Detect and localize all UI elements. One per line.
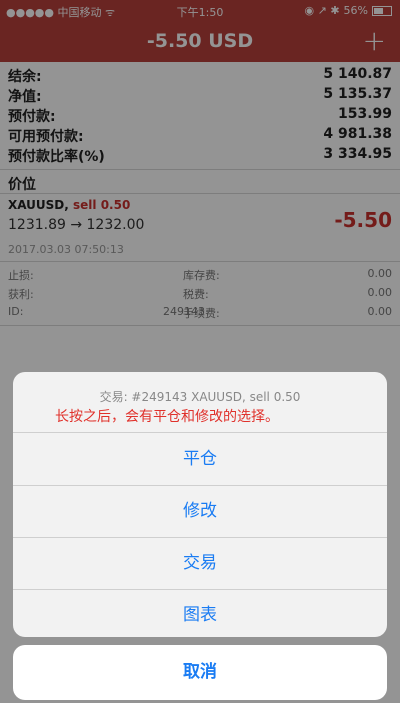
annotation-note: 长按之后，会有平仓和修改的选择。 (55, 409, 279, 425)
trade-button[interactable]: 交易 (13, 537, 387, 590)
close-position-button[interactable]: 平仓 (13, 433, 387, 486)
action-sheet: 交易: #249143 XAUUSD, sell 0.50 长按之后，会有平仓和… (13, 372, 387, 637)
modify-button[interactable]: 修改 (13, 485, 387, 538)
action-sheet-title: 交易: #249143 XAUUSD, sell 0.50 (99, 390, 301, 404)
chart-button[interactable]: 图表 (13, 589, 387, 637)
cancel-button[interactable]: 取消 (13, 645, 387, 700)
action-sheet-header: 交易: #249143 XAUUSD, sell 0.50 长按之后，会有平仓和… (13, 372, 387, 433)
